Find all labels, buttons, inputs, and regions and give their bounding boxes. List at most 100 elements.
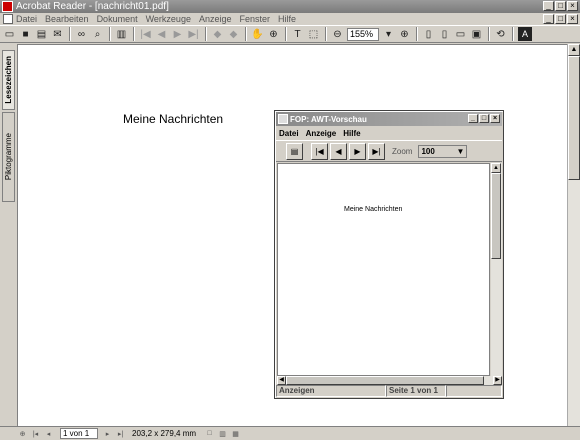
facing-pages-icon[interactable]: ▦	[230, 428, 241, 439]
single-page-icon[interactable]: □	[204, 428, 215, 439]
navigation-pane-icon[interactable]: ⊕	[17, 428, 28, 439]
zoom-out-icon[interactable]: ⊖	[331, 28, 344, 41]
print-icon[interactable]: ▤	[35, 28, 48, 41]
zoom-in-tool-icon[interactable]: ⊕	[267, 28, 280, 41]
previous-page-icon[interactable]: ◀	[155, 28, 168, 41]
doc-close-button[interactable]: ×	[567, 14, 578, 24]
fop-status-empty	[446, 385, 502, 397]
fop-toolbar: ▤ |◀ ◀ ▶ ▶| Zoom 100 ▼	[276, 140, 502, 162]
next-page-icon[interactable]: ▸	[102, 428, 113, 439]
fop-window-title: FOP: AWT-Vorschau	[290, 114, 367, 124]
save-icon[interactable]: ■	[19, 28, 32, 41]
minimize-button[interactable]: _	[543, 1, 554, 11]
adobe-logo-icon[interactable]: A	[518, 27, 532, 41]
fop-zoom-select[interactable]: 100 ▼	[418, 144, 468, 158]
fop-scroll-up-icon[interactable]: ▲	[491, 163, 501, 173]
zoom-in-icon[interactable]: ⊕	[398, 28, 411, 41]
fop-next-page-icon[interactable]: ▶	[349, 142, 366, 160]
fop-close-button[interactable]: ×	[490, 114, 500, 123]
tab-bookmarks-label: Lesezeichen	[4, 56, 13, 104]
fop-scroll-thumb[interactable]	[491, 173, 501, 259]
document-window-controls: _ □ ×	[543, 14, 578, 24]
fop-title-bar: FOP: AWT-Vorschau _ □ ×	[276, 112, 502, 126]
fop-horizontal-scrollbar[interactable]: ◀ ▶	[277, 376, 502, 385]
first-page-icon[interactable]: |◀	[139, 28, 152, 41]
fit-width-icon[interactable]: ▭	[454, 28, 467, 41]
first-page-icon[interactable]: |◂	[30, 428, 41, 439]
last-page-icon[interactable]: ▸|	[115, 428, 126, 439]
fop-previous-page-icon[interactable]: ◀	[330, 142, 347, 160]
tab-thumbnails[interactable]: Piktogramme	[2, 112, 15, 202]
acrobat-app-icon[interactable]	[2, 1, 13, 12]
menu-dokument[interactable]: Dokument	[97, 14, 138, 24]
graphics-select-icon[interactable]: ⬚	[307, 28, 320, 41]
go-forward-icon[interactable]: ◆	[227, 28, 240, 41]
fop-scroll-right-icon[interactable]: ▶	[493, 376, 502, 385]
rotate-icon[interactable]: ⟲	[494, 28, 507, 41]
menu-anzeige[interactable]: Anzeige	[199, 14, 232, 24]
navigation-tabs: Lesezeichen Piktogramme	[0, 44, 17, 426]
scroll-thumb[interactable]	[568, 56, 580, 180]
menu-werkzeuge[interactable]: Werkzeuge	[146, 14, 191, 24]
find-icon[interactable]: ∞	[75, 28, 88, 41]
last-page-icon[interactable]: ▶|	[187, 28, 200, 41]
fop-horizontal-thumb[interactable]	[286, 376, 484, 385]
fop-minimize-button[interactable]: _	[468, 114, 478, 123]
document-text: Meine Nachrichten	[123, 112, 224, 126]
toolbar-separator	[109, 27, 111, 41]
go-back-icon[interactable]: ◆	[211, 28, 224, 41]
text-select-icon[interactable]: T	[291, 28, 304, 41]
menu-bearbeiten[interactable]: Bearbeiten	[45, 14, 89, 24]
vertical-scrollbar[interactable]: ▲	[567, 44, 580, 426]
title-bar: Acrobat Reader - [nachricht01.pdf] _ □ ×	[0, 0, 580, 13]
menu-datei[interactable]: Datei	[16, 14, 37, 24]
fop-page-view[interactable]: Meine Nachrichten	[277, 163, 490, 376]
tab-bookmarks[interactable]: Lesezeichen	[2, 50, 15, 110]
fit-page-icon[interactable]: ▯	[438, 28, 451, 41]
fit-visible-icon[interactable]: ▣	[470, 28, 483, 41]
zoom-field[interactable]: 155%	[347, 27, 379, 41]
toolbar-separator	[325, 27, 327, 41]
fop-status-bar: Anzeigen Seite 1 von 1	[276, 385, 502, 397]
doc-restore-button[interactable]: □	[555, 14, 566, 24]
close-button[interactable]: ×	[567, 1, 578, 11]
toolbar-separator	[416, 27, 418, 41]
scroll-up-icon[interactable]: ▲	[568, 44, 580, 56]
search-icon[interactable]: ⌕	[91, 28, 104, 41]
hand-tool-icon[interactable]: ✋	[251, 28, 264, 41]
fop-maximize-button[interactable]: □	[479, 114, 489, 123]
fop-last-page-icon[interactable]: ▶|	[368, 142, 385, 160]
menu-hilfe[interactable]: Hilfe	[278, 14, 296, 24]
chevron-down-icon: ▼	[456, 146, 465, 156]
previous-page-icon[interactable]: ◂	[43, 428, 54, 439]
fop-first-page-icon[interactable]: |◀	[311, 142, 328, 160]
fop-zoom-label: Zoom	[392, 146, 413, 156]
fop-print-icon[interactable]: ▤	[286, 142, 303, 160]
doc-minimize-button[interactable]: _	[543, 14, 554, 24]
fop-page-text: Meine Nachrichten	[344, 206, 403, 213]
fop-scroll-left-icon[interactable]: ◀	[277, 376, 286, 385]
fop-menu-anzeige[interactable]: Anzeige	[306, 129, 337, 138]
status-bar: ⊕ |◂ ◂ 1 von 1 ▸ ▸| 203,2 x 279,4 mm □ ▥…	[0, 426, 580, 440]
next-page-icon[interactable]: ▶	[171, 28, 184, 41]
java-icon[interactable]	[278, 114, 288, 124]
maximize-button[interactable]: □	[555, 1, 566, 11]
menu-bar: Datei Bearbeiten Dokument Werkzeuge Anze…	[0, 13, 580, 25]
toolbar-separator	[512, 27, 514, 41]
continuous-icon[interactable]: ▥	[217, 428, 228, 439]
fop-window-controls: _ □ ×	[468, 114, 500, 123]
toolbar-separator	[133, 27, 135, 41]
show-navigation-icon[interactable]: ▥	[115, 28, 128, 41]
zoom-dropdown-icon[interactable]: ▾	[382, 28, 395, 41]
fop-menu-hilfe[interactable]: Hilfe	[343, 129, 360, 138]
email-icon[interactable]: ✉	[51, 28, 64, 41]
fop-menu-datei[interactable]: Datei	[279, 129, 299, 138]
fop-preview-window: FOP: AWT-Vorschau _ □ × Datei Anzeige Hi…	[274, 110, 504, 399]
toolbar-separator	[205, 27, 207, 41]
toolbar-separator	[69, 27, 71, 41]
fop-vertical-scrollbar[interactable]: ▲	[491, 163, 502, 376]
open-icon[interactable]: ▭	[3, 28, 16, 41]
page-number-field[interactable]: 1 von 1	[60, 428, 98, 439]
menu-fenster[interactable]: Fenster	[239, 14, 270, 24]
actual-size-icon[interactable]: ▯	[422, 28, 435, 41]
